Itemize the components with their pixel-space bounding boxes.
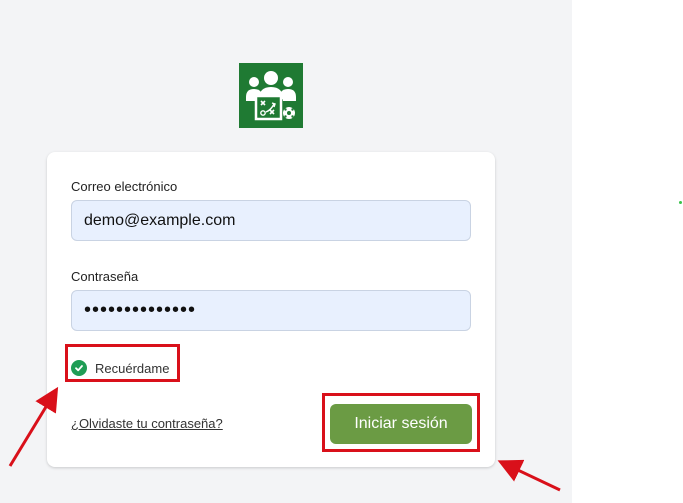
login-page: Correo electrónico Contraseña Recuérdame… xyxy=(0,0,683,503)
checkmark-icon xyxy=(71,360,87,376)
team-strategy-icon xyxy=(246,71,296,121)
email-field[interactable] xyxy=(71,200,471,241)
email-label: Correo electrónico xyxy=(71,179,178,194)
forgot-password-link[interactable]: ¿Olvidaste tu contraseña? xyxy=(71,416,223,431)
password-label: Contraseña xyxy=(71,269,139,284)
status-dot xyxy=(679,201,682,204)
login-card: Correo electrónico Contraseña Recuérdame… xyxy=(47,152,495,467)
remember-me-label: Recuérdame xyxy=(95,360,170,376)
app-logo xyxy=(239,63,303,128)
login-button[interactable]: Iniciar sesión xyxy=(330,404,472,444)
password-field[interactable] xyxy=(71,290,471,331)
remember-me-checkbox[interactable]: Recuérdame xyxy=(71,358,169,378)
